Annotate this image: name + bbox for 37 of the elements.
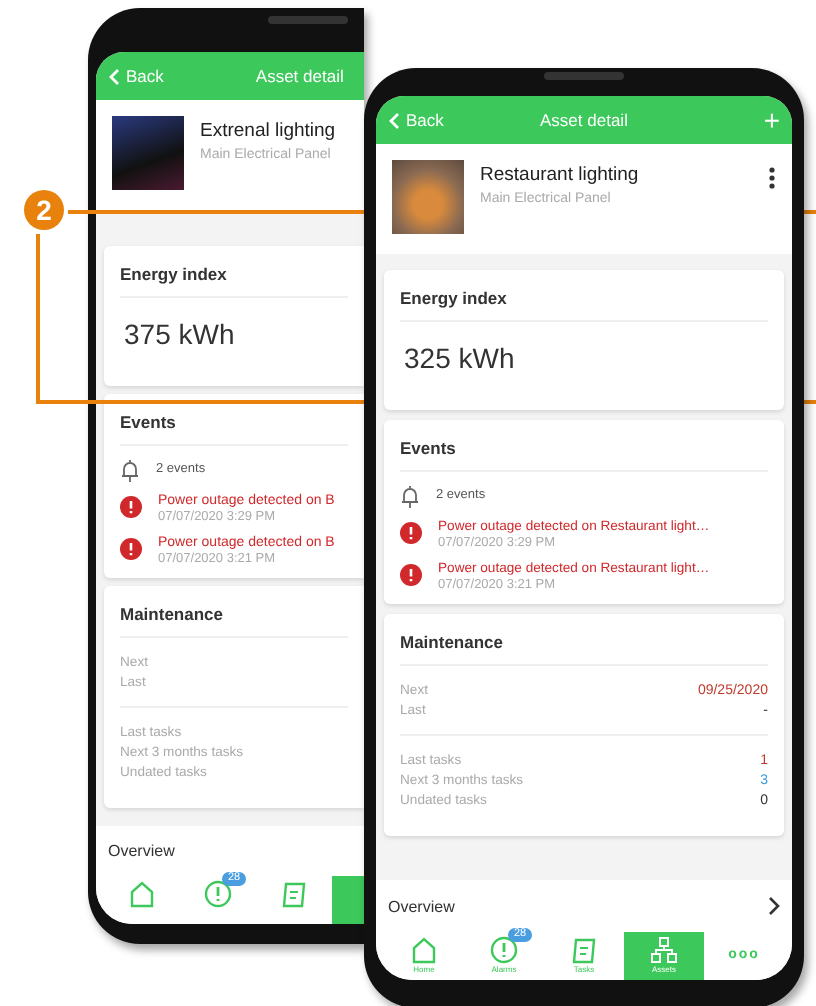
add-button[interactable]: +	[763, 106, 780, 134]
house-icon	[410, 936, 438, 964]
alert-icon	[400, 564, 422, 586]
alert-circle-icon	[204, 880, 232, 908]
overview-label: Overview	[388, 897, 455, 915]
back-button[interactable]: Back	[388, 110, 444, 130]
chevron-left-icon	[388, 111, 400, 129]
card-title: Energy index	[400, 270, 768, 322]
photo-placeholder	[112, 116, 184, 190]
back-button[interactable]: Back	[108, 66, 164, 86]
energy-value: 325 kWh	[402, 340, 517, 378]
notepad-icon	[280, 880, 308, 908]
alert-icon	[400, 522, 422, 544]
card-title: Energy index	[120, 246, 348, 298]
card-title: Events	[400, 420, 768, 472]
alert-circle-icon	[490, 936, 518, 964]
card-title: Maintenance	[400, 614, 768, 666]
asset-name: Extrenal lighting	[200, 120, 338, 142]
alert-icon	[120, 496, 142, 518]
step-number-badge: 2	[24, 190, 64, 230]
house-icon	[128, 880, 156, 908]
hierarchy-icon	[650, 936, 678, 964]
bell-icon	[120, 458, 140, 482]
chevron-left-icon	[108, 67, 120, 85]
phone-notch	[544, 72, 624, 80]
photo-placeholder	[392, 160, 464, 234]
phone-notch	[268, 16, 348, 24]
screen-title: Asset detail	[540, 110, 628, 130]
card-title: Maintenance	[120, 586, 348, 638]
asset-name: Restaurant lighting	[480, 164, 641, 186]
energy-value: 375 kWh	[122, 316, 237, 354]
overview-label: Overview	[108, 842, 175, 860]
card-title: Events	[120, 394, 348, 446]
bell-icon	[400, 484, 420, 508]
notepad-icon	[570, 936, 598, 964]
screen-title: Asset detail	[255, 66, 344, 86]
alert-icon	[120, 538, 142, 560]
